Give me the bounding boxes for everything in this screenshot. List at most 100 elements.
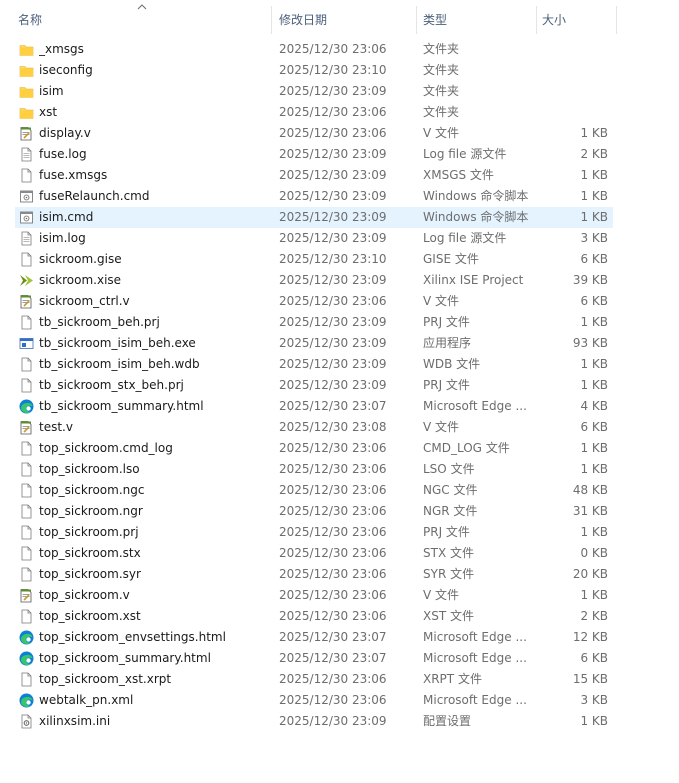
- file-name: tb_sickroom_summary.html: [39, 399, 204, 413]
- file-row[interactable]: tb_sickroom_summary.html 2025/12/30 23:07…: [0, 396, 679, 417]
- file-type: PRJ 文件: [423, 525, 470, 539]
- column-divider[interactable]: [616, 6, 617, 34]
- file-row[interactable]: top_sickroom_summary.html 2025/12/30 23:0…: [0, 648, 679, 669]
- file-modified-date: 2025/12/30 23:06: [279, 441, 387, 455]
- file-name: tb_sickroom_beh.prj: [39, 315, 160, 329]
- file-name: test.v: [39, 420, 73, 434]
- column-header-name[interactable]: 名称: [0, 0, 272, 37]
- file-modified-date: 2025/12/30 23:09: [279, 231, 387, 245]
- file-name: isim: [39, 84, 64, 98]
- file-name: sickroom.xise: [39, 273, 122, 287]
- file-name: top_sickroom.syr: [39, 567, 141, 581]
- file-name: iseconfig: [39, 63, 93, 77]
- file-row[interactable]: xst 2025/12/30 23:06 文件夹: [0, 102, 679, 123]
- file-name: top_sickroom.cmd_log: [39, 441, 173, 455]
- file-row[interactable]: top_sickroom.v 2025/12/30 23:06 V 文件 1 KB: [0, 585, 679, 606]
- file-type: 文件夹: [423, 84, 460, 98]
- file-row[interactable]: iseconfig 2025/12/30 23:10 文件夹: [0, 60, 679, 81]
- file-row[interactable]: top_sickroom.xst 2025/12/30 23:06 XST 文件 2 …: [0, 606, 679, 627]
- file-modified-date: 2025/12/30 23:06: [279, 588, 387, 602]
- file-size: 1 KB: [580, 588, 608, 602]
- file-type: WDB 文件: [423, 357, 481, 371]
- file-size: 1 KB: [580, 378, 608, 392]
- file-name: xst: [39, 105, 58, 119]
- file-row[interactable]: webtalk_pn.xml 2025/12/30 23:06 Microsoft …: [0, 690, 679, 711]
- file-row[interactable]: sickroom.gise 2025/12/30 23:10 GISE 文件 6 KB: [0, 249, 679, 270]
- file-size: 1 KB: [580, 357, 608, 371]
- column-header-type[interactable]: 类型: [417, 0, 537, 37]
- file-row[interactable]: top_sickroom.lso 2025/12/30 23:06 LSO 文件 1 …: [0, 459, 679, 480]
- file-row[interactable]: tb_sickroom_stx_beh.prj 2025/12/30 23:09 P…: [0, 375, 679, 396]
- file-row[interactable]: fuse.xmsgs 2025/12/30 23:09 XMSGS 文件 1 KB: [0, 165, 679, 186]
- file-size: 6 KB: [580, 294, 608, 308]
- file-row[interactable]: top_sickroom_xst.xrpt 2025/12/30 23:06 XRP…: [0, 669, 679, 690]
- file-row[interactable]: top_sickroom.ngc 2025/12/30 23:06 NGC 文件 48…: [0, 480, 679, 501]
- file-name: display.v: [39, 126, 91, 140]
- file-type: PRJ 文件: [423, 315, 470, 329]
- file-row[interactable]: top_sickroom.ngr 2025/12/30 23:06 NGR 文件 31…: [0, 501, 679, 522]
- file-row[interactable]: xilinxsim.ini 2025/12/30 23:09 配置设置 1 KB: [0, 711, 679, 732]
- file-row[interactable]: top_sickroom.prj 2025/12/30 23:06 PRJ 文件 1 …: [0, 522, 679, 543]
- file-modified-date: 2025/12/30 23:06: [279, 105, 387, 119]
- file-name: top_sickroom.lso: [39, 462, 140, 476]
- file-row[interactable]: isim 2025/12/30 23:09 文件夹: [0, 81, 679, 102]
- file-type: Log file 源文件: [423, 147, 507, 161]
- file-modified-date: 2025/12/30 23:09: [279, 168, 387, 182]
- file-modified-date: 2025/12/30 23:06: [279, 294, 387, 308]
- column-header-date-label: 修改日期: [279, 13, 328, 27]
- file-size: 20 KB: [572, 567, 608, 581]
- file-modified-date: 2025/12/30 23:06: [279, 462, 387, 476]
- file-row[interactable]: tb_sickroom_isim_beh.wdb 2025/12/30 23:09…: [0, 354, 679, 375]
- file-size: 3 KB: [580, 231, 608, 245]
- column-header-size[interactable]: 大小: [537, 0, 617, 37]
- file-size: 2 KB: [580, 147, 608, 161]
- file-row[interactable]: _xmsgs 2025/12/30 23:06 文件夹: [0, 39, 679, 60]
- file-row[interactable]: fuse.log 2025/12/30 23:09 Log file 源文件 2 KB: [0, 144, 679, 165]
- file-type: PRJ 文件: [423, 378, 470, 392]
- file-name: top_sickroom.prj: [39, 525, 139, 539]
- file-name: fuse.xmsgs: [39, 168, 108, 182]
- file-modified-date: 2025/12/30 23:09: [279, 189, 387, 203]
- file-row[interactable]: top_sickroom_envsettings.html 2025/12/30 …: [0, 627, 679, 648]
- file-size: 1 KB: [580, 126, 608, 140]
- file-row[interactable]: top_sickroom.syr 2025/12/30 23:06 SYR 文件 20…: [0, 564, 679, 585]
- file-modified-date: 2025/12/30 23:06: [279, 693, 387, 707]
- file-row[interactable]: test.v 2025/12/30 23:08 V 文件 6 KB: [0, 417, 679, 438]
- file-modified-date: 2025/12/30 23:09: [279, 273, 387, 287]
- file-name: tb_sickroom_stx_beh.prj: [39, 378, 184, 392]
- file-size: 12 KB: [572, 630, 608, 644]
- file-row[interactable]: isim.cmd 2025/12/30 23:09 Windows 命令脚本 1 KB: [0, 207, 679, 228]
- file-name: tb_sickroom_isim_beh.wdb: [39, 357, 200, 371]
- file-modified-date: 2025/12/30 23:06: [279, 504, 387, 518]
- file-name: top_sickroom.stx: [39, 546, 141, 560]
- file-type: XRPT 文件: [423, 672, 482, 686]
- file-modified-date: 2025/12/30 23:07: [279, 630, 387, 644]
- file-modified-date: 2025/12/30 23:09: [279, 714, 387, 728]
- file-row[interactable]: top_sickroom.stx 2025/12/30 23:06 STX 文件 0 …: [0, 543, 679, 564]
- file-type: GISE 文件: [423, 252, 479, 266]
- file-row[interactable]: isim.log 2025/12/30 23:09 Log file 源文件 3 KB: [0, 228, 679, 249]
- column-header-type-label: 类型: [423, 13, 448, 27]
- file-type: LSO 文件: [423, 462, 475, 476]
- file-row[interactable]: tb_sickroom_isim_beh.exe 2025/12/30 23:09…: [0, 333, 679, 354]
- file-row[interactable]: top_sickroom.cmd_log 2025/12/30 23:06 CMD_…: [0, 438, 679, 459]
- file-row[interactable]: display.v 2025/12/30 23:06 V 文件 1 KB: [0, 123, 679, 144]
- file-row[interactable]: fuseRelaunch.cmd 2025/12/30 23:09 Windows …: [0, 186, 679, 207]
- file-type: Log file 源文件: [423, 231, 507, 245]
- file-size: 39 KB: [572, 273, 608, 287]
- file-modified-date: 2025/12/30 23:07: [279, 651, 387, 665]
- file-size: 6 KB: [580, 252, 608, 266]
- file-row[interactable]: tb_sickroom_beh.prj 2025/12/30 23:09 PRJ 文…: [0, 312, 679, 333]
- file-modified-date: 2025/12/30 23:06: [279, 525, 387, 539]
- file-size: 1 KB: [580, 189, 608, 203]
- column-header-date[interactable]: 修改日期: [272, 0, 417, 37]
- file-size: 1 KB: [580, 525, 608, 539]
- file-modified-date: 2025/12/30 23:09: [279, 84, 387, 98]
- file-type: STX 文件: [423, 546, 474, 560]
- file-size: 6 KB: [580, 651, 608, 665]
- file-size: 93 KB: [572, 336, 608, 350]
- file-row[interactable]: sickroom_ctrl.v 2025/12/30 23:06 V 文件 6 KB: [0, 291, 679, 312]
- column-header-bar: 名称 修改日期 类型 大小: [0, 0, 679, 37]
- file-row[interactable]: sickroom.xise 2025/12/30 23:09 Xilinx ISE …: [0, 270, 679, 291]
- file-name: top_sickroom.ngr: [39, 504, 143, 518]
